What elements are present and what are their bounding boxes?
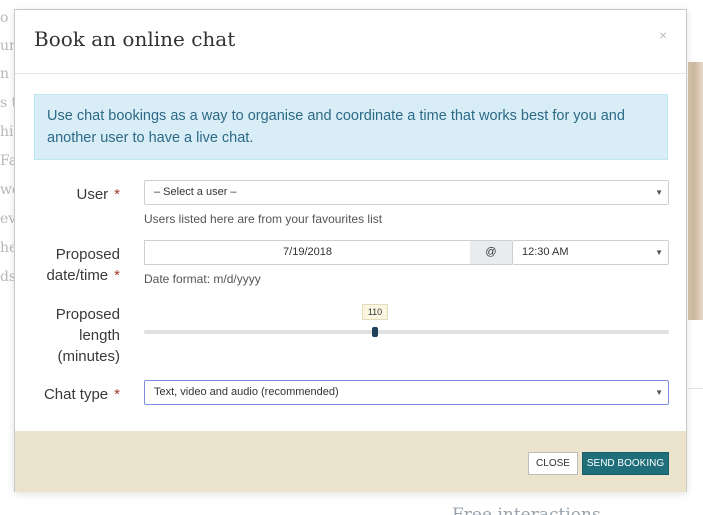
user-label: User * <box>76 184 120 205</box>
datetime-label-line1: Proposed <box>55 246 120 263</box>
chevron-down-icon: ▼ <box>655 188 663 197</box>
datetime-label: Proposed date/time * <box>46 244 120 286</box>
background-footer-heading: Free interactions <box>452 505 601 515</box>
user-select[interactable]: – Select a user – ▼ <box>144 180 669 205</box>
chat-type-label-text: Chat type <box>43 386 109 403</box>
info-alert: Use chat bookings as a way to organise a… <box>34 94 668 160</box>
chevron-down-icon: ▼ <box>655 248 663 257</box>
required-marker: * <box>114 386 120 403</box>
chat-type-select[interactable]: Text, video and audio (recommended) ▼ <box>144 380 669 405</box>
length-slider-thumb[interactable] <box>372 327 378 337</box>
date-format-hint: Date format: m/d/yyyy <box>144 272 261 286</box>
background-photo <box>688 62 703 320</box>
time-select[interactable]: 12:30 AM ▼ <box>512 240 669 265</box>
required-marker: * <box>114 267 120 284</box>
close-icon[interactable]: × <box>659 27 667 43</box>
chat-type-select-value: Text, video and audio (recommended) <box>154 386 339 398</box>
length-slider-track[interactable] <box>144 330 669 334</box>
length-label-line1: Proposed <box>55 306 120 323</box>
modal-footer: CLOSE SEND BOOKING <box>15 431 686 492</box>
user-hint: Users listed here are from your favourit… <box>144 212 383 226</box>
user-label-text: User <box>76 186 109 203</box>
chat-type-label: Chat type * <box>44 384 120 405</box>
at-addon: @ <box>470 240 512 265</box>
close-button[interactable]: CLOSE <box>528 452 578 475</box>
send-booking-button[interactable]: SEND BOOKING <box>582 452 669 475</box>
date-input[interactable]: 7/19/2018 <box>144 240 470 265</box>
booking-modal: Book an online chat × Use chat bookings … <box>14 9 687 492</box>
chevron-down-icon: ▼ <box>655 388 663 397</box>
time-select-value: 12:30 AM <box>522 246 569 258</box>
datetime-label-line2: date/time <box>46 267 109 284</box>
modal-title: Book an online chat <box>34 27 236 51</box>
background-divider <box>688 388 703 389</box>
length-label-line3: (minutes) <box>57 348 120 365</box>
modal-header: Book an online chat × <box>15 10 686 74</box>
background-text-fragment: o <box>0 10 9 26</box>
user-select-value: – Select a user – <box>154 186 237 198</box>
length-label-line2: length <box>79 327 120 344</box>
slider-value-tooltip: 110 <box>362 304 388 320</box>
required-marker: * <box>114 186 120 203</box>
length-label: Proposed length (minutes) <box>56 304 120 367</box>
